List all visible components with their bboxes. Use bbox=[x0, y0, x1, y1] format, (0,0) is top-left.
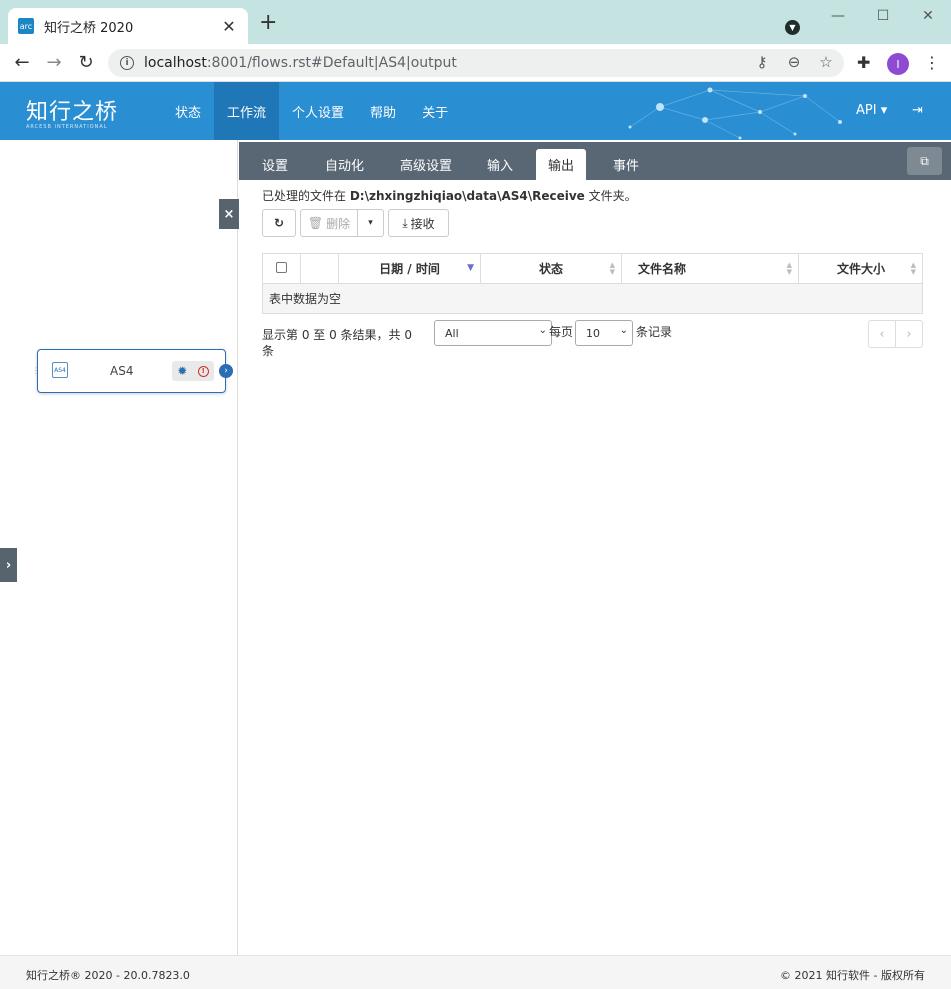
node-settings-icon[interactable]: ✹ bbox=[177, 364, 187, 378]
paging-info: 显示第 0 至 0 条结果，共 0 条 bbox=[262, 328, 412, 358]
delete-button[interactable]: 🗑 删除 bbox=[300, 209, 358, 237]
nav-workflow[interactable]: 工作流 bbox=[214, 82, 280, 140]
per-page-label: 每页 bbox=[549, 325, 574, 339]
tab-settings[interactable]: 设置 bbox=[250, 149, 300, 180]
url-text: localhost:8001/flows.rst#Default|AS4|out… bbox=[144, 55, 457, 71]
nav-help[interactable]: 帮助 bbox=[357, 82, 409, 140]
window-close-icon[interactable]: ✕ bbox=[918, 8, 938, 24]
site-info-icon[interactable]: i bbox=[120, 56, 134, 70]
address-toolbar: ← → ↻ i localhost:8001/flows.rst#Default… bbox=[0, 44, 951, 82]
select-all-header bbox=[262, 253, 301, 284]
table-row: 表中数据为空 bbox=[262, 283, 923, 314]
prev-page-button[interactable]: ‹ bbox=[869, 321, 896, 347]
main-nav: 状态 工作流 个人设置 帮助 关于 bbox=[162, 82, 461, 140]
network-decoration bbox=[628, 87, 842, 140]
favicon-icon: arc bbox=[18, 18, 34, 34]
tab-advanced[interactable]: 高级设置 bbox=[388, 149, 464, 180]
output-table: 日期 / 时间 ▼ 状态 ▲ ▼ 文件名称 ▲ ▼ 文件大小 ▲ ▼ 表中数据为空 bbox=[262, 253, 923, 314]
address-bar[interactable]: i localhost:8001/flows.rst#Default|AS4|o… bbox=[108, 49, 844, 77]
extensions-icon[interactable]: ✚ bbox=[857, 53, 870, 72]
back-icon[interactable]: ← bbox=[12, 53, 32, 73]
empty-table-message: 表中数据为空 bbox=[262, 283, 923, 314]
column-filename[interactable]: 文件名称 ▲ ▼ bbox=[621, 253, 799, 284]
minimize-icon[interactable]: — bbox=[828, 8, 848, 24]
flow-node-as4[interactable]: ⋮ AS4 AS4 ✹ ! › bbox=[32, 349, 233, 393]
output-folder-description: 已处理的文件在 D:\zhxingzhiqiao\data\AS4\Receiv… bbox=[262, 189, 637, 203]
node-stop-icon[interactable]: ! bbox=[197, 365, 209, 377]
page-size-select[interactable]: 10 ⌄ bbox=[575, 320, 633, 346]
flow-canvas[interactable] bbox=[0, 140, 238, 955]
tab-automation[interactable]: 自动化 bbox=[313, 149, 376, 180]
copyright-text: © 2021 知行软件 - 版权所有 bbox=[780, 969, 925, 982]
sort-desc-icon: ▼ bbox=[467, 263, 474, 273]
footer: 知行之桥® 2020 - 20.0.7823.0 © 2021 知行软件 - 版… bbox=[0, 955, 951, 989]
column-filesize[interactable]: 文件大小 ▲ ▼ bbox=[798, 253, 923, 284]
api-menu[interactable]: API ▾ bbox=[856, 103, 887, 118]
nav-about[interactable]: 关于 bbox=[409, 82, 461, 140]
popout-icon[interactable]: ⧉ bbox=[907, 147, 942, 175]
zoom-icon[interactable]: ⊖ bbox=[784, 53, 804, 71]
sort-icon: ▲ ▼ bbox=[910, 261, 916, 276]
expand-sidebar-button[interactable]: › bbox=[0, 548, 17, 582]
sort-icon: ▲ ▼ bbox=[786, 261, 792, 276]
records-label: 条记录 bbox=[636, 325, 673, 339]
node-output-port-icon[interactable]: › bbox=[219, 364, 233, 378]
version-text: 知行之桥® 2020 - 20.0.7823.0 bbox=[26, 969, 190, 982]
tab-input[interactable]: 输入 bbox=[475, 149, 525, 180]
node-name: AS4 bbox=[110, 364, 134, 378]
node-actions: ✹ ! bbox=[172, 361, 214, 381]
column-status[interactable]: 状态 ▲ ▼ bbox=[480, 253, 622, 284]
browser-tab-bar: arc 知行之桥 2020 ✕ + ▼ — ☐ ✕ bbox=[0, 0, 951, 44]
select-all-checkbox[interactable] bbox=[276, 261, 287, 273]
refresh-button[interactable]: ↻ bbox=[262, 209, 296, 237]
trash-icon: 🗑 bbox=[307, 216, 324, 230]
table-header-row: 日期 / 时间 ▼ 状态 ▲ ▼ 文件名称 ▲ ▼ 文件大小 ▲ ▼ bbox=[262, 253, 923, 284]
refresh-icon: ↻ bbox=[273, 216, 285, 230]
chevron-down-icon: ⌄ bbox=[619, 325, 628, 336]
tab-title: 知行之桥 2020 bbox=[44, 20, 134, 36]
forward-icon[interactable]: → bbox=[44, 53, 64, 73]
download-icon: ⤓ bbox=[402, 215, 408, 230]
close-panel-button[interactable]: × bbox=[219, 199, 239, 229]
maximize-icon[interactable]: ☐ bbox=[873, 8, 893, 24]
pagination: ‹ › bbox=[868, 320, 923, 348]
filter-select[interactable]: All ⌄ bbox=[434, 320, 552, 346]
nav-status[interactable]: 状态 bbox=[162, 82, 214, 140]
tab-events[interactable]: 事件 bbox=[601, 149, 651, 180]
as4-connector-icon: AS4 bbox=[52, 362, 68, 378]
reload-icon[interactable]: ↻ bbox=[76, 53, 96, 73]
key-icon[interactable]: ⚷ bbox=[752, 53, 772, 71]
profile-avatar[interactable]: I bbox=[887, 53, 909, 75]
delete-dropdown-toggle[interactable]: ▾ bbox=[357, 209, 384, 237]
tab-output[interactable]: 输出 bbox=[536, 149, 587, 180]
column-datetime[interactable]: 日期 / 时间 ▼ bbox=[338, 253, 481, 284]
next-page-button[interactable]: › bbox=[896, 321, 922, 347]
connector-tabs: 设置 自动化 高级设置 输入 输出 事件 bbox=[239, 142, 951, 180]
logout-icon[interactable]: ⇥ bbox=[912, 103, 923, 118]
browser-menu-icon[interactable]: ⋮ bbox=[924, 53, 940, 72]
app-logo[interactable]: 知行之桥 ARCESB INTERNATIONAL bbox=[26, 94, 118, 130]
app-header: 知行之桥 ARCESB INTERNATIONAL 状态 工作流 个人设置 帮助… bbox=[0, 82, 951, 140]
column-blank bbox=[300, 253, 339, 284]
sort-icon: ▲ ▼ bbox=[609, 261, 615, 276]
caret-down-icon: ▾ bbox=[368, 218, 373, 228]
new-tab-button[interactable]: + bbox=[259, 12, 277, 34]
nav-profile[interactable]: 个人设置 bbox=[279, 82, 357, 140]
tab-close-icon[interactable]: ✕ bbox=[220, 17, 238, 36]
receive-button[interactable]: ⤓ 接收 bbox=[388, 209, 449, 237]
bookmark-star-icon[interactable]: ☆ bbox=[816, 53, 836, 71]
tab-search-icon[interactable]: ▼ bbox=[785, 20, 800, 35]
chevron-down-icon: ⌄ bbox=[538, 325, 547, 336]
browser-tab[interactable]: arc 知行之桥 2020 ✕ bbox=[8, 8, 248, 44]
node-input-port-icon[interactable]: ⋮ bbox=[32, 366, 40, 375]
